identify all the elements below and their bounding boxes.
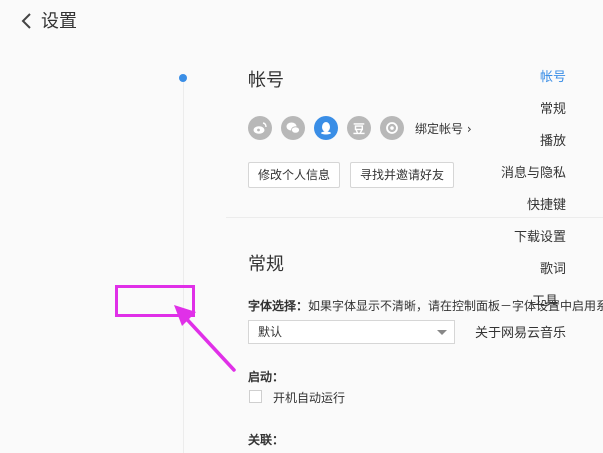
section-divider	[226, 217, 603, 218]
qq-icon[interactable]	[314, 116, 338, 140]
association-label: 关联：	[248, 433, 285, 447]
sidebar-divider	[183, 82, 184, 453]
header: 设置	[0, 0, 603, 44]
sidebar-item-account[interactable]: 帐号	[540, 66, 566, 90]
startup-label: 启动：	[248, 370, 285, 384]
sidebar-item-download[interactable]: 下载设置	[514, 226, 566, 250]
font-select[interactable]: 默认	[248, 320, 455, 344]
douban-glyph: 豆	[352, 121, 365, 136]
sidebar-item-about[interactable]: 关于网易云音乐	[475, 322, 566, 346]
page-title: 设置	[41, 11, 77, 32]
sidebar-item-shortcuts[interactable]: 快捷键	[527, 194, 566, 218]
social-accounts-row: 豆 绑定帐号 ›	[248, 116, 472, 140]
autostart-checkbox[interactable]	[249, 390, 262, 403]
wechat-icon[interactable]	[281, 116, 305, 140]
sidebar-item-privacy[interactable]: 消息与隐私	[501, 162, 566, 186]
sidebar-item-lyrics[interactable]: 歌词	[540, 258, 566, 282]
weibo-icon[interactable]	[248, 116, 272, 140]
font-setting-row: 字体选择：如果字体显示不清晰，请在控制面板－字体设置中启用系统	[248, 297, 603, 314]
sidebar-item-general[interactable]: 常规	[540, 98, 566, 122]
yixin-icon[interactable]	[380, 116, 404, 140]
bind-account-label: 绑定帐号	[415, 121, 464, 136]
find-friends-button[interactable]: 寻找并邀请好友	[350, 162, 455, 188]
font-hint: 如果字体显示不清晰，请在控制面板－字体设置中启用系统	[308, 299, 603, 313]
autostart-label[interactable]: 开机自动运行	[273, 389, 345, 406]
sidebar-item-playback[interactable]: 播放	[540, 130, 566, 154]
account-section-title: 帐号	[248, 70, 284, 91]
bind-account-link[interactable]: 绑定帐号 ›	[415, 120, 472, 137]
active-indicator-dot	[179, 74, 187, 82]
chevron-right-icon: ›	[466, 121, 472, 136]
edit-profile-button[interactable]: 修改个人信息	[248, 162, 341, 188]
dropdown-arrow-icon	[437, 330, 447, 335]
font-select-value: 默认	[258, 325, 283, 339]
douban-icon[interactable]: 豆	[347, 116, 371, 140]
annotation-arrow-icon	[174, 305, 236, 372]
font-label: 字体选择：	[248, 299, 309, 313]
back-arrow-icon[interactable]	[18, 11, 36, 31]
general-section-title: 常规	[248, 254, 284, 275]
